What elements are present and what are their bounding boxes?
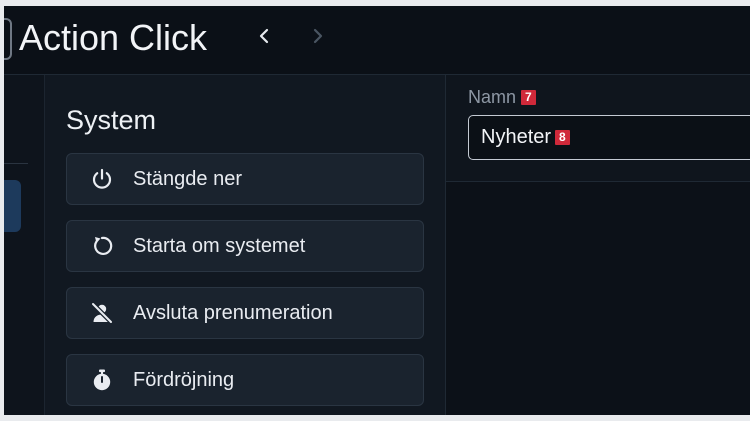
app-title: Action Click (19, 17, 208, 58)
shutdown-button[interactable]: Stängde ner (66, 153, 424, 205)
delay-button[interactable]: Fördröjning (66, 354, 424, 406)
details-panel: Namn 7 Nyheter 8 (446, 75, 750, 415)
chevron-left-icon (259, 28, 269, 44)
name-label-text: Namn (468, 87, 517, 107)
name-field-label: Namn 7 (468, 87, 536, 108)
sidebar-toggle-tab[interactable] (4, 180, 21, 232)
gutter-divider (4, 163, 28, 164)
unsubscribe-user-icon (89, 300, 115, 326)
forward-button[interactable] (304, 22, 332, 50)
name-input[interactable]: Nyheter 8 (468, 115, 750, 160)
system-panel: System Stängde ner Starta om systemet Av… (45, 75, 446, 415)
back-button[interactable] (250, 22, 278, 50)
element-index-badge: 7 (521, 90, 536, 105)
title-bar: Action Click (4, 6, 750, 75)
restart-button[interactable]: Starta om systemet (66, 220, 424, 272)
restart-icon (89, 233, 115, 259)
left-gutter (4, 75, 45, 415)
restart-button-label: Starta om systemet (133, 234, 306, 257)
unsubscribe-button-label: Avsluta prenumeration (133, 301, 333, 324)
section-title: System (66, 105, 157, 135)
name-form: Namn 7 Nyheter 8 (446, 75, 750, 182)
shutdown-button-label: Stängde ner (133, 167, 242, 190)
window-edge-control[interactable] (4, 18, 12, 60)
element-index-badge: 8 (555, 130, 570, 145)
power-icon (89, 166, 115, 192)
stopwatch-icon (89, 367, 115, 393)
app-window: Action Click System Stängde ner Starta o… (4, 6, 750, 415)
chevron-right-icon (313, 28, 323, 44)
name-input-value: Nyheter (481, 126, 552, 148)
delay-button-label: Fördröjning (133, 368, 235, 391)
unsubscribe-button[interactable]: Avsluta prenumeration (66, 287, 424, 339)
